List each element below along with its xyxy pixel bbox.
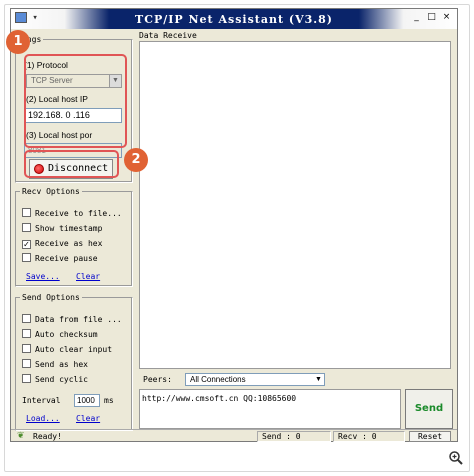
- checkbox-box: [22, 253, 31, 262]
- recv-options-group: Recv Options Receive to file... Show tim…: [15, 187, 133, 287]
- checkbox-auto-clear-input[interactable]: Auto clear input: [22, 344, 112, 356]
- checkbox-label: Receive pause: [35, 254, 98, 263]
- data-receive-area[interactable]: [139, 41, 451, 369]
- reset-button[interactable]: Reset: [409, 431, 451, 442]
- checkbox-label: Show timestamp: [35, 224, 103, 233]
- checkbox-label: Auto checksum: [35, 330, 98, 339]
- highlight-disconnect: [24, 150, 119, 178]
- title-bar: ▾ TCP/IP Net Assistant (V3.8) _ □ ×: [11, 9, 457, 29]
- checkbox-data-from-file[interactable]: Data from file ...: [22, 314, 122, 326]
- checkbox-label: Auto clear input: [35, 345, 113, 354]
- send-count: Send : 0: [257, 431, 331, 442]
- status-ready: Ready!: [33, 432, 62, 441]
- data-receive-panel: Data Receive: [139, 31, 453, 371]
- zoom-in-icon[interactable]: [448, 450, 466, 468]
- checkbox-label: Data from file ...: [35, 315, 122, 324]
- save-link[interactable]: Save...: [26, 272, 60, 281]
- checkbox-label: Receive as hex: [35, 239, 103, 248]
- recv-options-legend: Recv Options: [22, 187, 80, 196]
- checkbox-show-timestamp[interactable]: Show timestamp: [22, 223, 102, 235]
- minimize-button[interactable]: _: [410, 12, 423, 25]
- peers-row: Peers: All Connections ▼: [139, 373, 453, 389]
- send-options-group: Send Options Data from file ... Auto che…: [15, 293, 133, 431]
- leaf-icon: ❦: [17, 431, 25, 441]
- send-options-legend: Send Options: [22, 293, 80, 302]
- highlight-settings: [24, 54, 127, 148]
- send-button[interactable]: Send: [405, 389, 453, 429]
- window-title: TCP/IP Net Assistant (V3.8): [135, 13, 333, 26]
- checkbox-box: [22, 223, 31, 232]
- peers-value: All Connections: [190, 375, 246, 384]
- checkbox-receive-to-file[interactable]: Receive to file...: [22, 208, 122, 220]
- interval-label: Interval: [22, 396, 61, 405]
- checkbox-box: [22, 344, 31, 353]
- interval-input[interactable]: 1000: [74, 394, 100, 407]
- checkbox-send-as-hex[interactable]: Send as hex: [22, 359, 88, 371]
- checkbox-box: [22, 208, 31, 217]
- interval-unit: ms: [104, 396, 114, 405]
- step-badge-1: 1: [6, 30, 30, 54]
- recv-clear-link[interactable]: Clear: [76, 272, 100, 281]
- checkbox-box: [22, 314, 31, 323]
- restore-button[interactable]: □: [425, 12, 438, 25]
- step-badge-2: 2: [124, 148, 148, 172]
- send-clear-link[interactable]: Clear: [76, 414, 100, 423]
- checkbox-label: Receive to file...: [35, 209, 122, 218]
- recv-count: Recv : 0: [333, 431, 405, 442]
- checkbox-label: Send as hex: [35, 360, 88, 369]
- chevron-down-icon: ▼: [315, 376, 322, 383]
- checkmark-icon: ✓: [22, 240, 31, 249]
- peers-label: Peers:: [143, 375, 172, 384]
- peers-select[interactable]: All Connections ▼: [185, 373, 325, 386]
- checkbox-receive-pause[interactable]: Receive pause: [22, 253, 98, 265]
- checkbox-box: [22, 329, 31, 338]
- send-input[interactable]: http://www.cmsoft.cn QQ:10865600: [139, 389, 401, 429]
- checkbox-box: [22, 374, 31, 383]
- load-link[interactable]: Load...: [26, 414, 60, 423]
- window-controls: _ □ ×: [410, 12, 453, 25]
- checkbox-box: [22, 359, 31, 368]
- checkbox-label: Send cyclic: [35, 375, 88, 384]
- data-receive-header: Data Receive: [139, 31, 197, 40]
- checkbox-auto-checksum[interactable]: Auto checksum: [22, 329, 98, 341]
- close-button[interactable]: ×: [440, 12, 453, 25]
- checkbox-send-cyclic[interactable]: Send cyclic: [22, 374, 88, 386]
- checkbox-receive-as-hex[interactable]: ✓ Receive as hex: [22, 238, 102, 250]
- status-bar: ❦ Ready! Send : 0 Recv : 0 Reset: [11, 429, 457, 442]
